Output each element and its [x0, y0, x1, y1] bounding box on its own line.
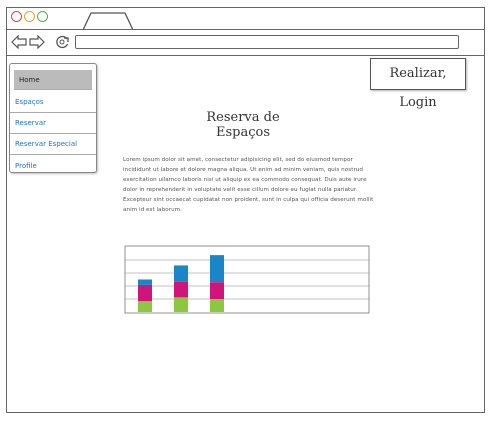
minimize-window-icon[interactable] [24, 11, 35, 22]
sidebar-item-label: Espaços [15, 98, 44, 106]
chart-bar-segment [138, 279, 152, 285]
maximize-window-icon[interactable] [37, 11, 48, 22]
sidebar-item-label: Profile [15, 162, 37, 170]
chart-canvas [124, 245, 370, 314]
chart-bar-segment [210, 282, 224, 299]
sidebar-item-espacos[interactable]: Espaços [10, 92, 96, 113]
sidebar-item-reservar-especial[interactable]: Reservar Especial [10, 134, 96, 155]
sidebar-item-label: Reservar [15, 119, 46, 127]
login-button[interactable]: Realizar, Login [370, 58, 466, 110]
browser-toolbar [7, 30, 484, 56]
back-arrow-icon[interactable] [11, 35, 27, 49]
chart-frame [124, 245, 370, 314]
sidebar-menu: Home Espaços Reservar Reservar Especial … [9, 63, 97, 173]
sidebar-item-reservar[interactable]: Reservar [10, 113, 96, 134]
reload-icon[interactable] [55, 35, 71, 49]
page-title: Reserva de Espaços [206, 110, 280, 140]
browser-tab[interactable] [83, 12, 133, 30]
sidebar-item-label: Reservar Especial [15, 140, 78, 148]
chart-bar-segment [174, 281, 188, 298]
chart-bar-segment [210, 299, 224, 312]
forward-arrow-icon[interactable] [29, 35, 45, 49]
sidebar-item-profile[interactable]: Profile [10, 156, 96, 177]
chart-bar-segment [210, 255, 224, 283]
chart-bar-segment [174, 297, 188, 312]
body-text: Lorem ipsum dolor sit amet, consectetur … [123, 157, 374, 213]
chart-bar-segment [174, 265, 188, 282]
address-bar[interactable] [75, 35, 459, 49]
title-bar [7, 8, 484, 30]
chart-bar-segment [138, 284, 152, 302]
sidebar-item-label: Home [19, 76, 40, 84]
chart-bar-segment [138, 301, 152, 312]
sidebar-item-home[interactable]: Home [14, 70, 92, 90]
bar-chart [124, 245, 370, 315]
close-window-icon[interactable] [11, 11, 22, 22]
